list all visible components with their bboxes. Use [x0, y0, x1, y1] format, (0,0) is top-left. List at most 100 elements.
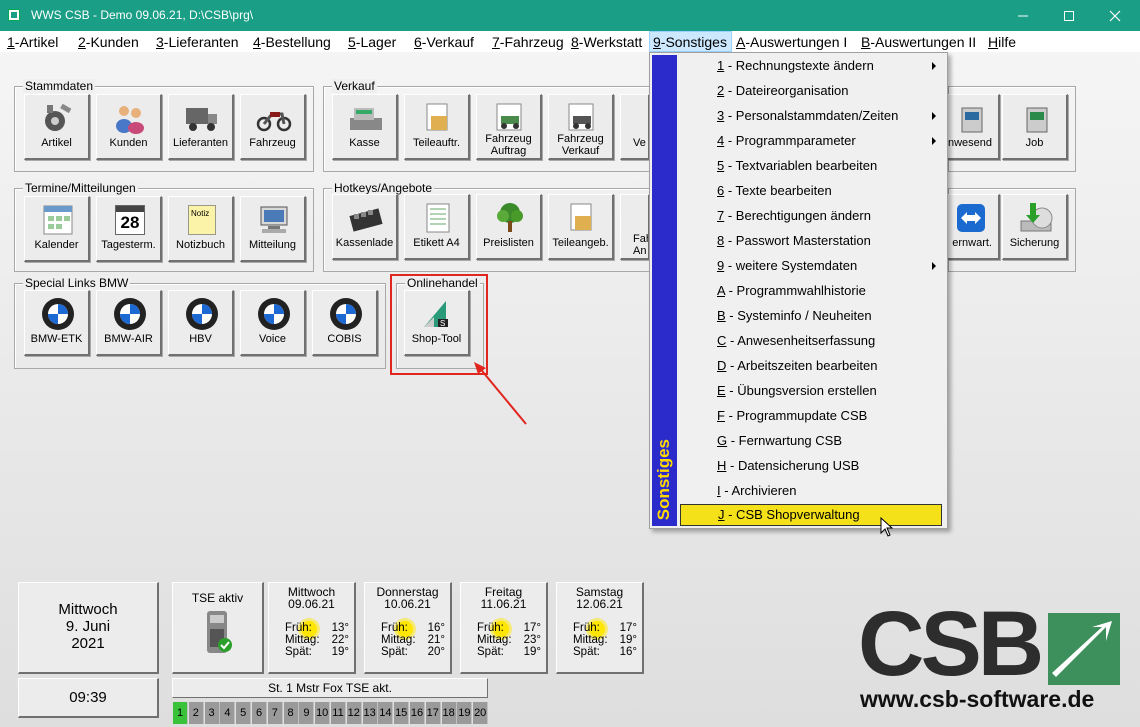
menu-lieferanten[interactable]: 3-Lieferanten — [156, 34, 239, 50]
station-indicator[interactable]: 14 — [378, 702, 394, 724]
station-indicator[interactable]: 20 — [473, 702, 489, 724]
menu-verkauf[interactable]: 6-Verkauf — [414, 34, 474, 50]
submenu-item-arbeitszeiten[interactable]: D - Arbeitszeiten bearbeiten — [680, 355, 942, 377]
menu-hilfe[interactable]: Hilfe — [988, 34, 1016, 50]
submenu-item-datensicherung[interactable]: H - Datensicherung USB — [680, 455, 942, 477]
fahrzeug-auftrag-button[interactable]: Fahrzeug Auftrag — [476, 94, 542, 160]
submenu-item-rechnungstexte[interactable]: 1 - Rechnungstexte ändern — [680, 55, 942, 77]
ve-button-partial[interactable]: Ve — [620, 94, 650, 160]
menu-auswertungen-1[interactable]: A-Auswertungen I — [736, 34, 847, 50]
station-indicator[interactable]: 16 — [410, 702, 425, 724]
station-indicator[interactable]: 17 — [425, 702, 441, 724]
cash-drawer-icon — [348, 201, 384, 235]
fahrzeug-button[interactable]: Fahrzeug — [240, 94, 306, 160]
menu-bestellung[interactable]: 4-Bestellung — [253, 34, 331, 50]
submenu-item-fernwartung[interactable]: G - Fernwartung CSB — [680, 430, 942, 452]
submenu-arrow-icon — [932, 112, 936, 120]
submenu-item-passwort[interactable]: 8 - Passwort Masterstation — [680, 230, 942, 252]
submenu-item-programmwahlhistorie[interactable]: A - Programmwahlhistorie — [680, 280, 942, 302]
submenu-item-uebungsversion[interactable]: E - Übungsversion erstellen — [680, 380, 942, 402]
submenu-item-programmparameter[interactable]: 4 - Programmparameter — [680, 130, 942, 152]
kalender-button[interactable]: Kalender — [24, 196, 90, 262]
bmw-cobis-button[interactable]: COBIS — [312, 290, 378, 356]
artikel-button[interactable]: Artikel — [24, 94, 90, 160]
window-title: WWS CSB - Demo 09.06.21, D:\CSB\prg\ — [31, 8, 254, 22]
truck-icon — [184, 101, 220, 135]
station-indicator[interactable]: 9 — [299, 702, 315, 724]
submenu-item-texte[interactable]: 6 - Texte bearbeiten — [680, 180, 942, 202]
menu-artikel[interactable]: 1-Artikel — [7, 34, 58, 50]
notizbuch-button[interactable]: Notiz Notizbuch — [168, 196, 234, 262]
kasse-button[interactable]: Kasse — [332, 94, 398, 160]
station-indicator[interactable]: 6 — [252, 702, 267, 724]
submenu-item-textvariablen[interactable]: 5 - Textvariablen bearbeiten — [680, 155, 942, 177]
fahrzeug-verkauf-button[interactable]: Fahrzeug Verkauf — [548, 94, 614, 160]
station-indicator[interactable]: 7 — [267, 702, 283, 724]
menu-lager[interactable]: 5-Lager — [348, 34, 396, 50]
etikett-button[interactable]: Etikett A4 — [404, 194, 470, 260]
station-indicator[interactable]: 1 — [173, 702, 188, 724]
bmw-voice-button[interactable]: Voice — [240, 290, 306, 356]
kunden-button[interactable]: Kunden — [96, 94, 162, 160]
submenu-item-dateireorganisation[interactable]: 2 - Dateireorganisation — [680, 80, 942, 102]
time-clock-icon — [953, 101, 989, 135]
time-clock-job-icon — [1018, 101, 1054, 135]
submenu-item-berechtigungen[interactable]: 7 - Berechtigungen ändern — [680, 205, 942, 227]
station-indicator[interactable]: 3 — [204, 702, 220, 724]
bmw-etk-button[interactable]: BMW-ETK — [24, 290, 90, 356]
station-indicator[interactable]: 13 — [362, 702, 378, 724]
submenu-sidebar: Sonstiges — [652, 55, 677, 526]
fernwartung-button[interactable]: ernwart. — [940, 194, 1000, 260]
menu-auswertungen-2[interactable]: B-Auswertungen II — [861, 34, 976, 50]
teileangebot-button[interactable]: Teileangeb. — [548, 194, 614, 260]
station-indicator[interactable]: 2 — [188, 702, 204, 724]
mitteilung-button[interactable]: Mitteilung — [240, 196, 306, 262]
preislisten-button[interactable]: Preislisten — [476, 194, 542, 260]
bmw-air-button[interactable]: BMW-AIR — [96, 290, 162, 356]
group-label: Hotkeys/Angebote — [332, 181, 435, 195]
menu-werkstatt[interactable]: 8-Werkstatt — [571, 34, 642, 50]
sicherung-button[interactable]: Sicherung — [1002, 194, 1068, 260]
calendar-day-icon: 28 — [112, 203, 148, 237]
tagestermine-button[interactable]: 28 Tagesterm. — [96, 196, 162, 262]
computer-icon — [256, 203, 292, 237]
submenu-item-archivieren[interactable]: I - Archivieren — [680, 480, 942, 502]
station-indicator[interactable]: 15 — [394, 702, 410, 724]
station-indicator[interactable]: 10 — [315, 702, 331, 724]
weather-card: Donnerstag 10.06.21 Früh: 16° Mittag: 21° S… — [364, 582, 452, 674]
menu-kunden[interactable]: 2-Kunden — [78, 34, 139, 50]
menu-fahrzeug[interactable]: 7-Fahrzeug — [492, 34, 564, 50]
fahrzeug-angebot-button-partial[interactable]: Fah An — [620, 194, 650, 260]
station-indicator[interactable]: 8 — [283, 702, 299, 724]
station-indicator[interactable]: 11 — [331, 702, 346, 724]
title-bar: WWS CSB - Demo 09.06.21, D:\CSB\prg\ — [0, 0, 1140, 31]
menu-sonstiges[interactable]: 9-Sonstiges — [649, 31, 732, 52]
teileauftrag-button[interactable]: Teileauftr. — [404, 94, 470, 160]
close-button[interactable] — [1092, 0, 1138, 31]
annotation-arrow-icon — [474, 362, 527, 425]
station-indicator[interactable]: 12 — [346, 702, 362, 724]
submenu-item-shopverwaltung[interactable]: J - CSB Shopverwaltung — [680, 504, 942, 526]
submenu-item-anwesenheit[interactable]: C - Anwesenheitserfassung — [680, 330, 942, 352]
lieferanten-button[interactable]: Lieferanten — [168, 94, 234, 160]
job-button[interactable]: Job — [1002, 94, 1068, 160]
station-indicator[interactable]: 18 — [441, 702, 457, 724]
notepad-icon: Notiz — [184, 203, 220, 237]
submenu-item-personalstammdaten[interactable]: 3 - Personalstammdaten/Zeiten — [680, 105, 942, 127]
submenu-item-programmupdate[interactable]: F - Programmupdate CSB — [680, 405, 942, 427]
station-indicator[interactable]: 4 — [220, 702, 236, 724]
group-label: Verkauf — [332, 79, 377, 93]
group-label: Stammdaten — [23, 79, 96, 93]
station-indicator[interactable]: 19 — [457, 702, 473, 724]
minimize-button[interactable] — [1000, 0, 1046, 31]
app-icon — [8, 9, 20, 21]
submenu-item-systemdaten[interactable]: 9 - weitere Systemdaten — [680, 255, 942, 277]
station-indicator[interactable]: 5 — [236, 702, 252, 724]
csb-logo: CSB — [858, 593, 1044, 695]
offer-box-icon — [564, 201, 600, 235]
maximize-button[interactable] — [1046, 0, 1092, 31]
submenu-item-systeminfo[interactable]: B - Systeminfo / Neuheiten — [680, 305, 942, 327]
bmw-hbv-button[interactable]: HBV — [168, 290, 234, 356]
anwesend-button[interactable]: nwesend — [940, 94, 1000, 160]
kassenlade-button[interactable]: Kassenlade — [332, 194, 398, 260]
